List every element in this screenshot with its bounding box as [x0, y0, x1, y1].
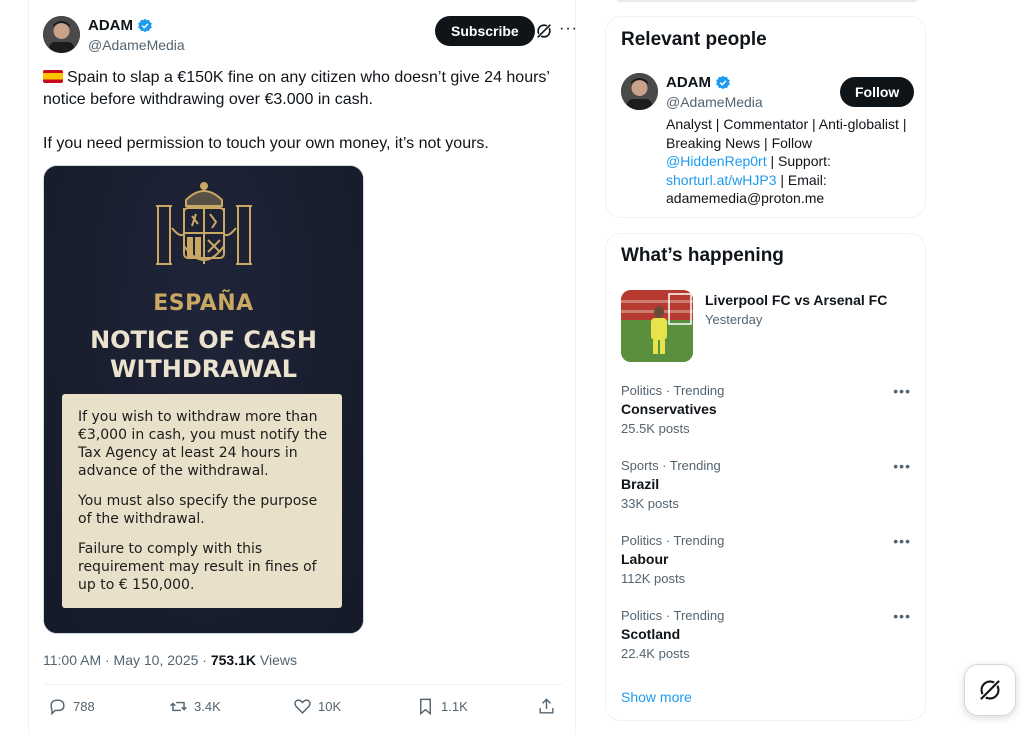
- trend-more-icon[interactable]: •••: [893, 533, 911, 549]
- notice-paragraph-1: If you wish to withdraw more than €3,000…: [78, 409, 328, 479]
- reply-icon: [50, 699, 65, 716]
- trend-posts: 112K posts: [621, 571, 686, 586]
- bookmark-count: 1.1K: [441, 699, 468, 714]
- coat-of-arms-icon: [156, 182, 252, 265]
- reply-count: 788: [73, 699, 95, 714]
- relevant-people-card: Relevant people ADAM @AdameMedia Follow …: [605, 16, 926, 218]
- show-more-link[interactable]: Show more: [621, 689, 692, 705]
- previous-card-edge: [617, 0, 917, 2]
- grok-icon: [980, 680, 1000, 700]
- divider: [43, 684, 563, 685]
- trend-posts: 33K posts: [621, 496, 679, 511]
- trend-name[interactable]: Labour: [621, 551, 668, 567]
- trend-name[interactable]: Conservatives: [621, 401, 717, 417]
- notice-paragraph-2: You must also specify the purpose of the…: [78, 493, 318, 527]
- subscribe-button[interactable]: Subscribe: [435, 16, 535, 46]
- verified-badge-icon: [716, 75, 730, 89]
- news-title[interactable]: Liverpool FC vs Arsenal FC: [705, 292, 887, 308]
- grok-floating-button[interactable]: [964, 664, 1016, 716]
- trend-category: Sports · Trending: [621, 458, 721, 473]
- trend-item[interactable]: Politics · Trending Labour 112K posts ••…: [621, 533, 911, 593]
- repost-count: 3.4K: [194, 699, 221, 714]
- tweet-meta: 11:00 AM · May 10, 2025 · 753.1K Views: [43, 652, 297, 668]
- relevant-person-handle[interactable]: @AdameMedia: [666, 94, 763, 110]
- author-handle[interactable]: @AdameMedia: [88, 37, 185, 53]
- bio-mention-link[interactable]: @HiddenRep0rt: [666, 153, 767, 169]
- tweet-timestamp[interactable]: 11:00 AM · May 10, 2025 ·: [43, 652, 211, 668]
- trend-item[interactable]: Politics · Trending Conservatives 25.5K …: [621, 383, 911, 443]
- image-title-line2: WITHDRAWAL: [109, 355, 298, 383]
- relevant-person-avatar[interactable]: [621, 73, 658, 110]
- trend-item[interactable]: Sports · Trending Brazil 33K posts •••: [621, 458, 911, 518]
- trend-posts: 22.4K posts: [621, 646, 690, 661]
- more-icon[interactable]: ···: [559, 20, 579, 40]
- views-label: Views: [256, 652, 297, 668]
- relevant-person-bio: Analyst | Commentator | Anti-globalist |…: [666, 115, 916, 208]
- relevant-people-title: Relevant people: [621, 29, 767, 50]
- follow-button[interactable]: Follow: [840, 77, 915, 107]
- trend-name[interactable]: Brazil: [621, 476, 659, 492]
- like-count: 10K: [318, 699, 342, 714]
- trend-category: Politics · Trending: [621, 608, 725, 623]
- author-avatar[interactable]: [43, 16, 80, 53]
- bio-text-2: | Support:: [766, 153, 831, 169]
- bookmark-button[interactable]: 1.1K: [416, 697, 468, 716]
- tweet-text-line1: Spain to slap a €150K fine on any citize…: [43, 69, 550, 108]
- whats-happening-title: What’s happening: [621, 245, 784, 266]
- tweet-header: ADAM @AdameMedia Subscribe ···: [43, 16, 577, 56]
- share-button[interactable]: [537, 697, 556, 716]
- image-country-label: ESPAÑA: [153, 291, 254, 316]
- news-time: Yesterday: [705, 312, 763, 327]
- trend-posts: 25.5K posts: [621, 421, 690, 436]
- trend-more-icon[interactable]: •••: [893, 608, 911, 624]
- repost-button[interactable]: 3.4K: [169, 697, 221, 716]
- relevant-person-name[interactable]: ADAM: [666, 74, 711, 91]
- tweet-image[interactable]: ESPAÑA NOTICE OF CASH WITHDRAWAL If you …: [43, 165, 364, 634]
- notice-paragraph-3: Failure to comply with this requirement …: [78, 541, 317, 593]
- whats-happening-card: What’s happening Liverpool FC vs Arsenal…: [605, 233, 926, 721]
- trend-more-icon[interactable]: •••: [893, 383, 911, 399]
- news-thumbnail[interactable]: [621, 290, 693, 362]
- tweet-column: ADAM @AdameMedia Subscribe ··· Spain to …: [28, 0, 577, 735]
- verified-badge-icon: [138, 18, 152, 32]
- views-count: 753.1K: [210, 652, 256, 668]
- trend-name[interactable]: Scotland: [621, 626, 680, 642]
- reply-button[interactable]: 788: [48, 697, 95, 716]
- share-icon: [539, 698, 554, 714]
- tweet-text-line2: If you need permission to touch your own…: [43, 135, 489, 152]
- author-name-row[interactable]: ADAM: [88, 17, 153, 34]
- trend-category: Politics · Trending: [621, 533, 725, 548]
- repost-icon: [170, 701, 187, 712]
- tweet-text: Spain to slap a €150K fine on any citize…: [43, 67, 563, 177]
- author-name[interactable]: ADAM: [88, 17, 133, 34]
- spain-flag-icon: [43, 70, 63, 83]
- trend-more-icon[interactable]: •••: [893, 458, 911, 474]
- bookmark-icon: [420, 698, 431, 716]
- tweet-actions: 788 3.4K 10K 1.1K: [43, 697, 563, 719]
- bio-url-link[interactable]: shorturl.at/wHJP3: [666, 172, 776, 188]
- like-icon: [294, 699, 311, 714]
- image-title-line1: NOTICE OF CASH: [90, 326, 317, 354]
- trend-item[interactable]: Politics · Trending Scotland 22.4K posts…: [621, 608, 911, 668]
- like-button[interactable]: 10K: [293, 697, 341, 716]
- relevant-person-name-row[interactable]: ADAM: [666, 74, 731, 91]
- image-notice-box: If you wish to withdraw more than €3,000…: [62, 394, 342, 608]
- grok-icon[interactable]: [535, 22, 553, 40]
- bio-text-1: Analyst | Commentator | Anti-globalist |…: [666, 116, 907, 151]
- image-title: NOTICE OF CASH WITHDRAWAL: [44, 326, 363, 384]
- trend-category: Politics · Trending: [621, 383, 725, 398]
